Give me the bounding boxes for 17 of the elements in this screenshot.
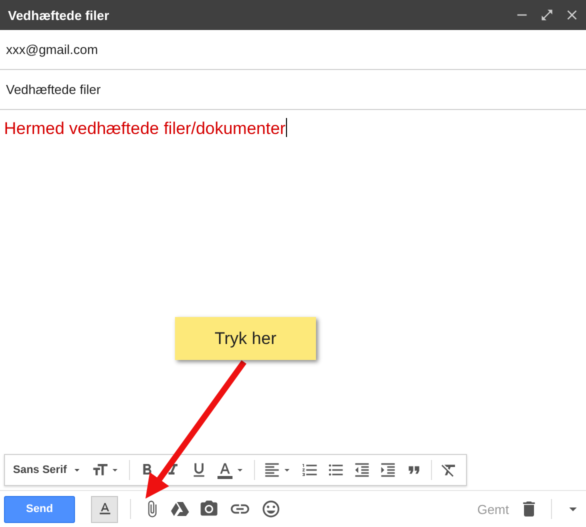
smiley-icon[interactable] [261,499,281,519]
color-icon[interactable] [216,461,234,479]
indent-icon[interactable] [378,461,397,479]
triangle-icon[interactable] [171,501,189,517]
message-text: Hermed vedhæftede filer/dokumenter [4,119,286,138]
subject-field[interactable]: Vedhæftede filer [0,70,586,110]
formatting-toggle[interactable] [91,496,118,522]
text-cursor [286,118,287,137]
recipient-field[interactable]: xxx@gmail.com [0,30,586,70]
numbered-icon[interactable] [300,461,319,479]
saved-status: Gemt [477,502,509,516]
expand-icon[interactable] [540,8,554,22]
font-dropdown[interactable]: Sans Serif [11,464,85,476]
callout-text: Tryk her [214,328,276,348]
align-icon[interactable] [262,461,281,479]
outdent-icon[interactable] [352,461,371,479]
window-title: Vedhæftede filer [8,8,110,22]
